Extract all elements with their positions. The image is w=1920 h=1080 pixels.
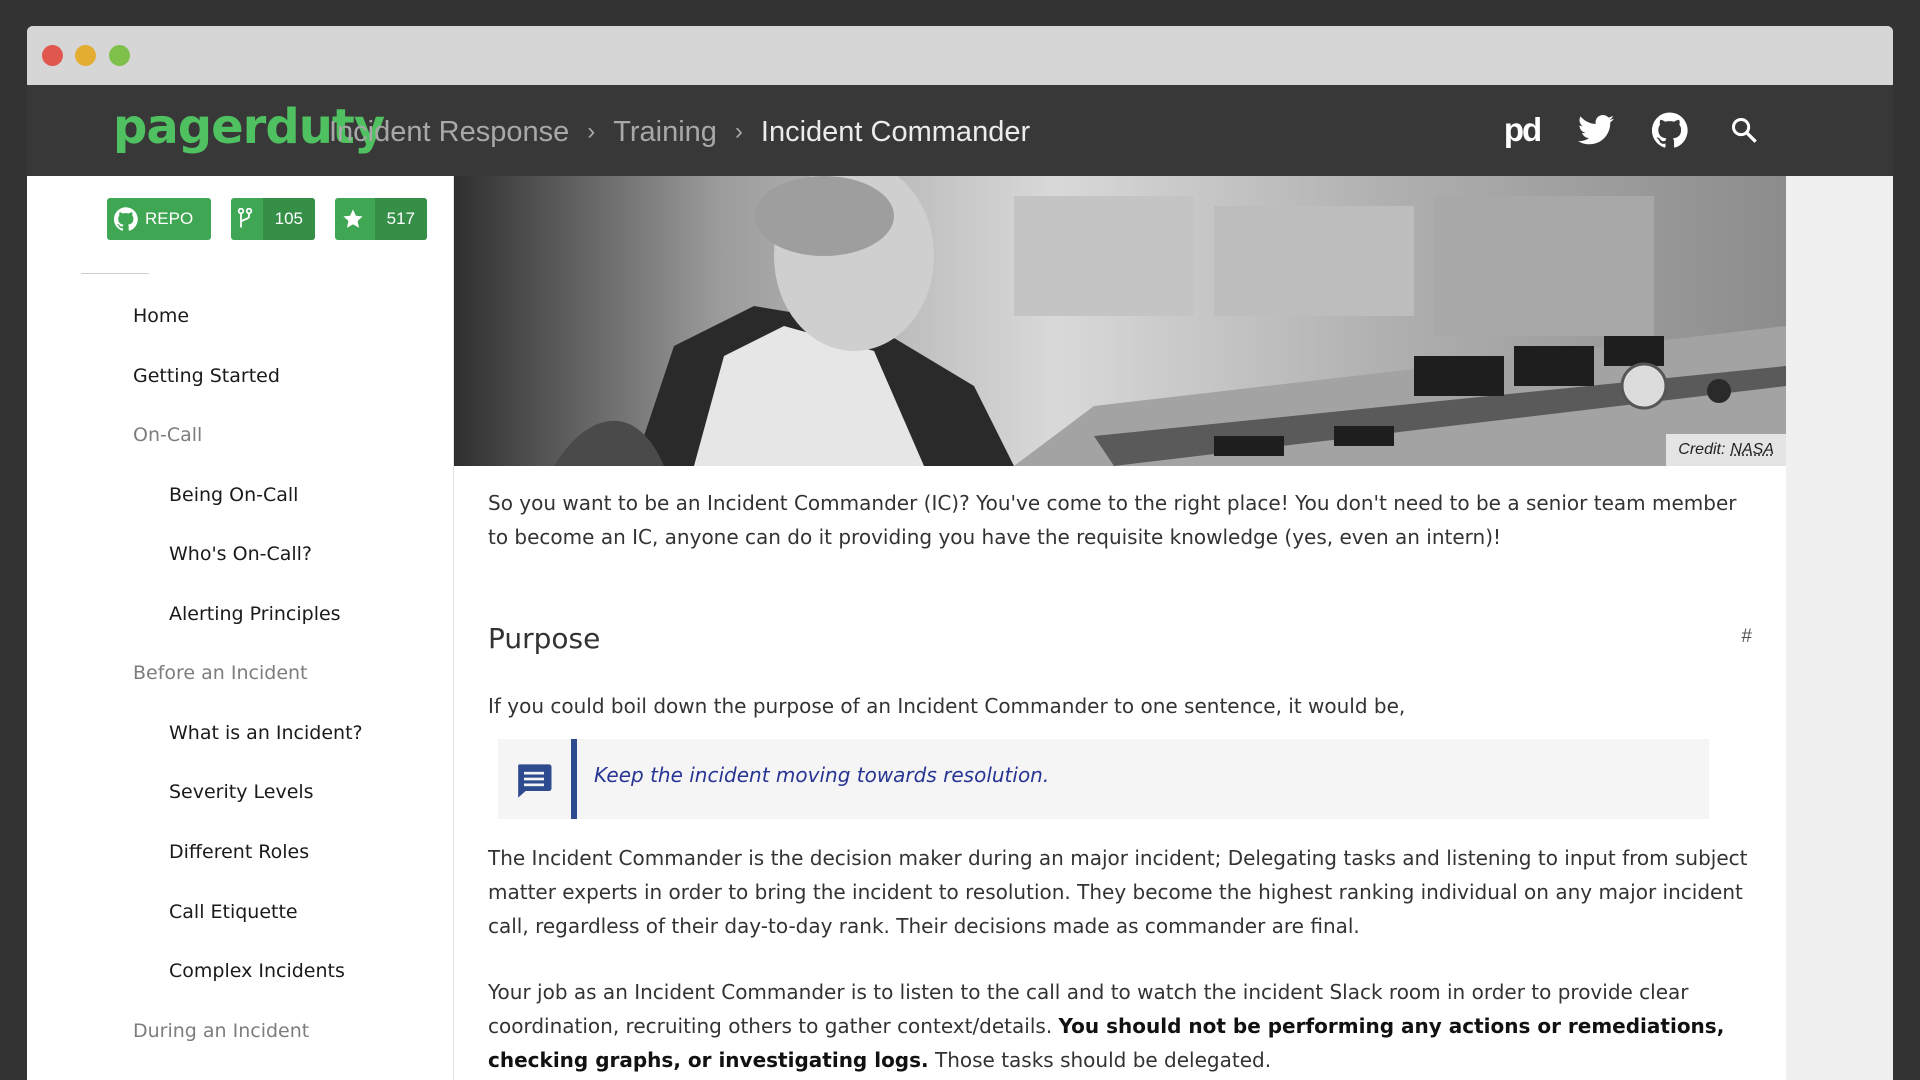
breadcrumb-incident-response[interactable]: Incident Response (329, 116, 569, 149)
minimize-window-button[interactable] (75, 45, 96, 66)
star-icon (335, 198, 371, 240)
purpose-heading: Purpose (488, 622, 601, 655)
sidebar-divider (81, 273, 149, 274)
stars-badge[interactable]: 517 (335, 198, 427, 240)
maximize-window-button[interactable] (109, 45, 130, 66)
window-titlebar (27, 26, 1893, 85)
fork-icon (231, 198, 259, 240)
decision-maker-paragraph: The Incident Commander is the decision m… (488, 846, 1748, 938)
mission-control-photo (454, 176, 1786, 466)
forks-count: 105 (262, 198, 315, 240)
image-credit: Credit: NASA (1666, 434, 1786, 466)
github-badges: REPO 105 517 (107, 198, 427, 240)
purpose-lead-paragraph: If you could boil down the purpose of an… (488, 694, 1406, 718)
pagerduty-mark: pd (1503, 111, 1542, 148)
chevron-right-icon: › (587, 118, 596, 145)
callout-quote: Keep the incident moving towards resolut… (498, 739, 1709, 819)
breadcrumb-training[interactable]: Training (613, 116, 717, 149)
repo-badge-label: REPO (145, 209, 194, 228)
comment-icon (514, 761, 554, 801)
sidebar-item-getting-started[interactable]: Getting Started (133, 365, 280, 387)
intro-paragraph: So you want to be an Incident Commander … (488, 491, 1737, 549)
sidebar-item-severity-levels[interactable]: Severity Levels (169, 781, 314, 803)
sidebar-item-complex-incidents[interactable]: Complex Incidents (169, 960, 345, 982)
sidebar-section-during-an-incident[interactable]: During an Incident (133, 1020, 309, 1042)
close-window-button[interactable] (42, 45, 63, 66)
sidebar: REPO 105 517 Home Getting Started On-Cal… (27, 176, 454, 1080)
heading-anchor-link[interactable]: # (1741, 626, 1752, 648)
sidebar-section-before-an-incident[interactable]: Before an Incident (133, 662, 308, 684)
github-icon (107, 198, 145, 240)
breadcrumb: Incident Response › Training › Incident … (329, 112, 1030, 152)
twitter-icon[interactable] (1575, 109, 1617, 151)
forks-badge[interactable]: 105 (231, 198, 315, 240)
search-icon[interactable] (1723, 109, 1765, 151)
responsibilities-paragraph: Your job as an Incident Commander is to … (488, 975, 1752, 1077)
site-header: pagerduty Incident Response › Training ›… (27, 85, 1893, 176)
sidebar-section-on-call[interactable]: On-Call (133, 424, 202, 446)
repo-badge[interactable]: REPO (107, 198, 211, 240)
sidebar-item-call-etiquette[interactable]: Call Etiquette (169, 901, 298, 923)
main-content: Credit: NASA So you want to be an Incide… (454, 176, 1786, 1080)
callout-text: Keep the incident moving towards resolut… (594, 763, 1050, 787)
sidebar-item-what-is-an-incident[interactable]: What is an Incident? (169, 722, 363, 744)
breadcrumb-current: Incident Commander (760, 115, 1031, 148)
hero-image: Credit: NASA (454, 176, 1786, 466)
chevron-right-icon: › (734, 118, 743, 145)
callout-accent-bar (571, 739, 577, 819)
pagerduty-icon[interactable]: pd (1501, 109, 1543, 151)
sidebar-item-being-on-call[interactable]: Being On-Call (169, 484, 298, 506)
header-icon-group: pd (1501, 109, 1765, 151)
github-icon[interactable] (1649, 109, 1691, 151)
responsibilities-text-end: Those tasks should be delegated. (928, 1048, 1272, 1072)
browser-window: pagerduty Incident Response › Training ›… (27, 26, 1893, 1080)
sidebar-item-different-roles[interactable]: Different Roles (169, 841, 309, 863)
stars-count: 517 (374, 198, 427, 240)
credit-link[interactable]: NASA (1730, 441, 1774, 459)
sidebar-item-home[interactable]: Home (133, 305, 189, 327)
sidebar-item-alerting-principles[interactable]: Alerting Principles (169, 603, 341, 625)
credit-label: Credit: (1678, 441, 1726, 458)
sidebar-item-whos-on-call[interactable]: Who's On-Call? (169, 543, 312, 565)
